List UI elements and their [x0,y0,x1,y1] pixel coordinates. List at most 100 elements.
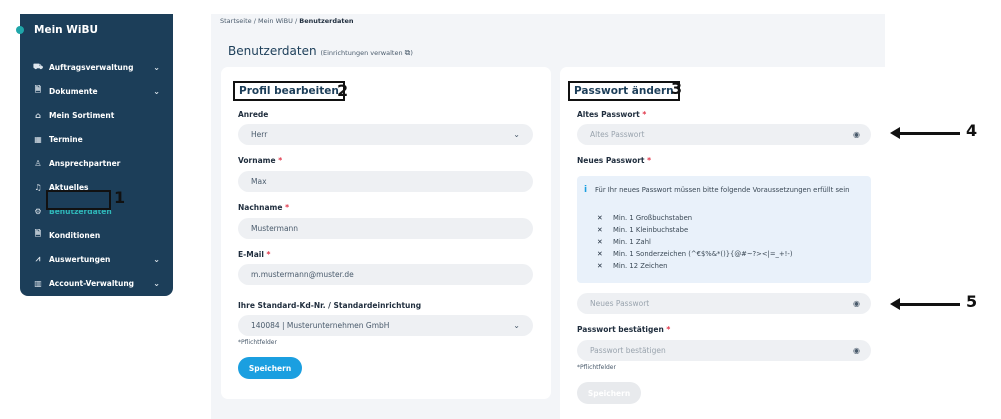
manage-facilities-label: (Einrichtungen verwalten [320,49,403,57]
anrede-select[interactable]: Herr ⌄ [238,124,533,145]
nachname-input[interactable]: Mustermann [238,218,533,239]
sidebar-item-label: Auftragsverwaltung [49,62,134,72]
chevron-down-icon: ⌄ [153,254,160,264]
email-value: m.mustermann@muster.de [251,270,354,279]
profile-save-button[interactable]: Speichern [238,357,302,379]
required-marker: * [666,325,671,334]
new-password-input[interactable]: Neues Passwort ◉ [577,293,871,314]
email-label: E-Mail * [238,250,270,259]
info-icon: i [584,185,588,195]
sidebar-item-label: Mein Sortiment [49,110,115,120]
cross-icon: ✕ [597,226,603,234]
sidebar-item-termine[interactable]: ▦ Termine [20,129,173,149]
requirement-item: ✕ Min. 1 Kleinbuchstabe [597,226,688,234]
vorname-input[interactable]: Max [238,171,533,192]
chevron-down-icon: ⌄ [153,86,160,96]
password-requirements-intro: Für Ihr neues Passwort müssen bitte folg… [595,186,850,194]
requirement-item: ✕ Min. 12 Zeichen [597,262,667,270]
cross-icon: ✕ [597,238,603,246]
sidebar-item-mein-sortiment[interactable]: ⌂ Mein Sortiment [20,105,173,125]
required-note: *Pflichtfelder [238,339,277,346]
document-icon: 🗎 [34,85,42,94]
page-title-text: Benutzerdaten [228,44,317,58]
vorname-label: Vorname * [238,156,282,165]
sidebar-item-ansprechpartner[interactable]: ♙ Ansprechpartner [20,153,173,173]
requirement-text: Min. 12 Zeichen [613,262,668,270]
eye-icon[interactable]: ◉ [853,130,860,139]
nachname-value: Mustermann [251,224,299,233]
chevron-down-icon: ⌄ [513,321,520,330]
required-marker: * [642,110,647,119]
annotation-number-3: 3 [671,79,683,98]
sidebar-item-dokumente[interactable]: 🗎 Dokumente ⌄ [20,81,173,101]
annotation-arrow-5 [890,298,960,310]
new-password-label: Neues Passwort * [577,156,651,165]
required-marker: * [647,156,652,165]
cross-icon: ✕ [597,214,603,222]
email-input[interactable]: m.mustermann@muster.de [238,264,533,285]
chevron-down-icon: ⌄ [513,130,520,139]
chart-icon: ⩘ [35,254,41,263]
brand-dot [16,26,24,34]
requirement-item: ✕ Min. 1 Sonderzeichen (^€$%&*()}{@#~?><|… [597,250,792,258]
manage-facilities-label-end: ) [410,49,413,57]
bag-icon: ⌂ [35,110,41,120]
sidebar-item-konditionen[interactable]: 🗎 Konditionen [20,225,173,245]
eye-icon[interactable]: ◉ [853,346,860,355]
required-marker: * [278,156,283,165]
confirm-password-input[interactable]: Passwort bestätigen ◉ [577,340,871,361]
gear-icon: ⚙ [34,206,42,216]
sidebar-title: Mein WiBU [34,24,99,36]
old-password-label-text: Altes Passwort [577,110,640,119]
sidebar-item-label: Account-Verwaltung [49,278,135,288]
confirm-password-label-text: Passwort bestätigen [577,325,664,334]
annotation-box-benutzerdaten [46,190,111,210]
breadcrumb-parent[interactable]: Mein WiBU [258,17,293,25]
building-icon: ▥ [34,278,42,288]
cross-icon: ✕ [597,262,603,270]
sidebar-item-account-verwaltung[interactable]: ▥ Account-Verwaltung ⌄ [20,273,173,293]
cross-icon: ✕ [597,250,603,258]
profile-card-title: Profil bearbeiten [233,81,345,101]
sidebar-item-auswertungen[interactable]: ⩘ Auswertungen ⌄ [20,249,173,269]
vorname-value: Max [251,177,267,186]
password-save-button[interactable]: Speichern [577,382,641,404]
manage-facilities-link[interactable]: (Einrichtungen verwalten ⧉) [320,48,413,57]
person-icon: ♙ [34,158,42,168]
nachname-label-text: Nachname [238,203,283,212]
nachname-label: Nachname * [238,203,289,212]
kdnr-value: 140084 | Musterunternehmen GmbH [251,321,390,330]
sidebar-item-label: Auswertungen [49,254,111,264]
sidebar-item-label: Termine [49,134,83,144]
breadcrumb-separator: / [253,17,256,25]
sidebar-item-label: Konditionen [49,230,101,240]
bell-icon: ♫ [34,182,42,192]
eye-icon[interactable]: ◉ [853,299,860,308]
email-label-text: E-Mail [238,250,264,259]
confirm-password-placeholder: Passwort bestätigen [590,346,666,355]
sidebar: Mein WiBU ⛟ Auftragsverwaltung ⌄ 🗎 Dokum… [16,14,173,296]
old-password-input[interactable]: Altes Passwort ◉ [577,124,871,145]
breadcrumb-separator: / [294,17,298,25]
password-card-title: Passwort ändern [568,81,680,101]
annotation-number-2: 2 [337,81,349,100]
sidebar-item-label: Ansprechpartner [49,158,121,168]
anrede-value: Herr [251,130,268,139]
annotation-number-1: 1 [114,188,126,207]
sidebar-item-auftragsverwaltung[interactable]: ⛟ Auftragsverwaltung ⌄ [20,57,173,77]
sidebar-item-label: Dokumente [49,86,98,96]
anrede-label: Anrede [238,110,269,119]
breadcrumb: Startseite / Mein WiBU / Benutzerdaten [220,17,354,25]
old-password-placeholder: Altes Passwort [590,130,645,139]
kdnr-select[interactable]: 140084 | Musterunternehmen GmbH ⌄ [238,315,533,336]
old-password-label: Altes Passwort * [577,110,646,119]
required-marker: * [285,203,289,212]
required-note: *Pflichtfelder [577,364,616,371]
annotation-number-5: 5 [966,292,978,311]
truck-icon: ⛟ [32,62,44,71]
breadcrumb-home[interactable]: Startseite [220,17,252,25]
confirm-password-label: Passwort bestätigen * [577,325,670,334]
requirement-item: ✕ Min. 1 Großbuchstaben [597,214,692,222]
requirement-text: Min. 1 Großbuchstaben [613,214,693,222]
new-password-label-text: Neues Passwort [577,156,645,165]
